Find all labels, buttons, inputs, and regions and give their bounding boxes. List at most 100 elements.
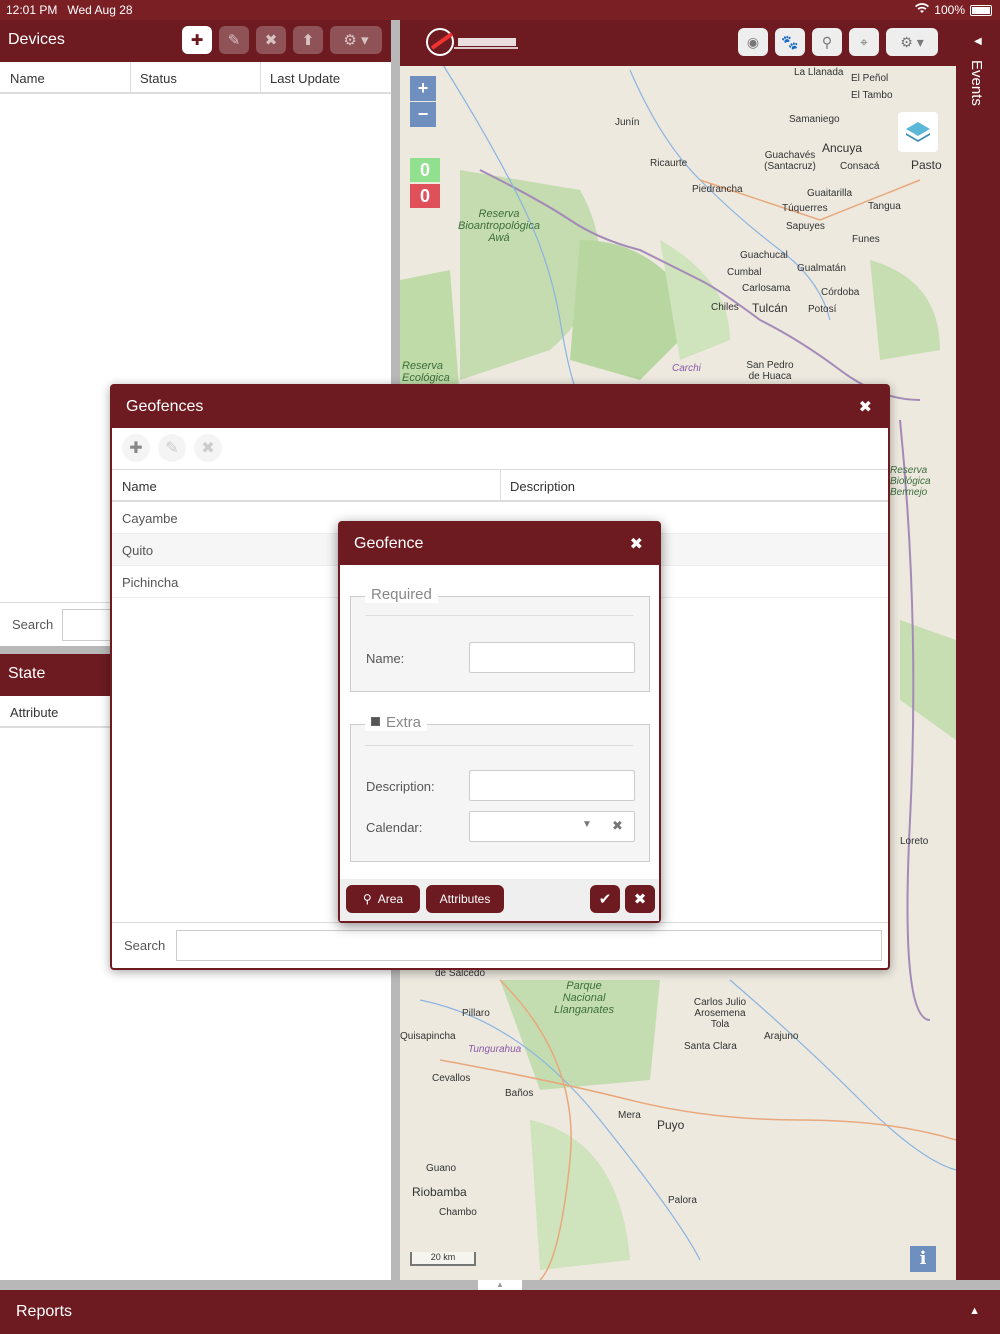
map-label: Tangua [868, 201, 901, 212]
geofences-button[interactable]: ⚲ [812, 28, 842, 56]
plus-icon: ✚ [190, 32, 204, 49]
close-icon[interactable]: ✖ [859, 397, 872, 417]
map-label: Pillaro [462, 1008, 490, 1019]
plus-icon: ✚ [129, 440, 143, 457]
pencil-icon: ✎ [165, 440, 179, 457]
map-settings-menu[interactable]: ⚙ ▾ [886, 28, 938, 56]
collapse-handle[interactable]: ▲ [478, 1280, 522, 1290]
name-field[interactable] [469, 642, 635, 673]
devices-search-label: Search [12, 617, 54, 632]
geofence-name: Quito [122, 543, 154, 558]
add-geofence-button[interactable]: ✚ [122, 434, 150, 462]
geofence-dialog: Geofence ✖ Required Name: Extra Descript… [338, 521, 661, 923]
geofence-name: Cayambe [122, 511, 178, 526]
crosshair-icon: ⌖ [860, 33, 868, 50]
map-label: Guaitarilla [807, 188, 853, 199]
column-status[interactable]: Status [140, 71, 177, 86]
layers-button[interactable] [898, 112, 938, 152]
column-description[interactable]: Description [510, 479, 575, 494]
required-legend: Required [365, 586, 438, 603]
area-button[interactable]: ⚲ Area [346, 885, 420, 913]
attributes-button[interactable]: Attributes [426, 885, 504, 913]
map-scale: 20 km [410, 1252, 476, 1266]
map-label: Potosí [808, 304, 837, 315]
column-name[interactable]: Name [122, 479, 157, 494]
devices-columns: Name Status Last Update [0, 62, 391, 94]
description-label: Description: [366, 779, 435, 794]
map-label: Piedrancha [692, 184, 743, 195]
events-panel[interactable]: ◀ Events [956, 20, 1000, 1280]
close-icon[interactable]: ✖ [630, 534, 643, 554]
chevron-left-icon: ◀ [974, 36, 982, 47]
layers-icon [906, 122, 930, 142]
geofences-search-input[interactable] [176, 930, 882, 961]
add-device-button[interactable]: ✚ [182, 26, 212, 54]
geofence-dialog-footer: ⚲ Area Attributes ✔ ✖ [340, 879, 659, 921]
device-settings-menu[interactable]: ⚙ ▾ [330, 26, 382, 54]
column-name[interactable]: Name [10, 71, 45, 86]
extra-legend: Extra [386, 714, 422, 731]
map-label: Guano [426, 1163, 457, 1174]
extra-fieldset: Extra Description: Calendar: ▼ ✖ [350, 714, 650, 862]
chevron-down-icon[interactable]: ▼ [582, 819, 592, 830]
map-label: El Tambo [851, 90, 893, 101]
edit-geofence-button[interactable]: ✎ [158, 434, 186, 462]
locate-button[interactable]: ⌖ [849, 28, 879, 56]
map-pin-icon: ⚲ [821, 33, 833, 50]
geofence-dialog-header: Geofence ✖ [340, 523, 659, 565]
collapse-icon[interactable] [371, 717, 380, 726]
column-attribute[interactable]: Attribute [10, 705, 58, 720]
clear-icon[interactable]: ✖ [612, 818, 623, 834]
map-label: Samaniego [789, 114, 840, 125]
map-label: Pasto [911, 158, 942, 172]
edit-device-button[interactable]: ✎ [219, 26, 249, 54]
offline-counter[interactable]: 0 [410, 184, 440, 208]
show-reports-button[interactable]: ◉ [738, 28, 768, 56]
check-icon: ✔ [598, 891, 612, 908]
zoom-out-button[interactable]: − [410, 102, 436, 127]
map-label: Túquerres [782, 203, 828, 214]
status-bar: 12:01 PM Wed Aug 28 100% [0, 0, 1000, 20]
devices-title: Devices [8, 31, 65, 48]
zoom-in-button[interactable]: + [410, 76, 436, 101]
online-counter[interactable]: 0 [410, 158, 440, 182]
devices-header: Devices ✚ ✎ ✖ ⬆ ⚙ ▾ [0, 20, 391, 62]
remove-geofence-button[interactable]: ✖ [194, 434, 222, 462]
status-date: Wed Aug 28 [67, 3, 133, 17]
map-label: Mera [618, 1110, 641, 1121]
park-label: Parque Nacional Llanganates [554, 980, 614, 1016]
map-label: Funes [852, 234, 880, 245]
map-label: Córdoba [821, 287, 860, 298]
close-icon: ✖ [264, 32, 278, 49]
calendar-select[interactable]: ▼ ✖ [469, 811, 635, 842]
map-label: Tungurahua [468, 1044, 522, 1055]
park-label: Reserva Bioantropológica Awá [458, 208, 540, 244]
map-label: Consacá [840, 161, 880, 172]
events-title: Events [968, 60, 985, 106]
save-button[interactable]: ✔ [590, 885, 620, 913]
map-label: El Peñol [851, 73, 889, 84]
map-label: Guachavés (Santacruz) [764, 150, 816, 172]
map-label: Riobamba [412, 1185, 467, 1199]
geofences-columns: Name Description [112, 470, 888, 502]
map-label: Carlosama [742, 283, 791, 294]
map-label: San Pedro de Huaca [746, 360, 794, 382]
column-last-update[interactable]: Last Update [270, 71, 340, 86]
geofences-search-row: Search [112, 922, 888, 968]
calendar-label: Calendar: [366, 820, 423, 835]
map-pin-icon: ⚲ [362, 892, 372, 906]
map-label: Junín [615, 117, 640, 128]
park-label: Reserva Ecológica [402, 360, 450, 384]
remove-device-button[interactable]: ✖ [256, 26, 286, 54]
info-button[interactable]: i [910, 1246, 936, 1272]
follow-button[interactable]: 🐾 [775, 28, 805, 56]
cancel-button[interactable]: ✖ [625, 885, 655, 913]
reports-panel[interactable]: Reports ▲ [0, 1290, 1000, 1334]
park-label: Reserva Biológica Bermejo [890, 465, 931, 498]
description-field[interactable] [469, 770, 635, 801]
command-button[interactable]: ⬆ [293, 26, 323, 54]
battery-icon [970, 4, 992, 16]
company-logo [424, 26, 524, 60]
map-label: Palora [668, 1195, 697, 1206]
geofence-name: Pichincha [122, 575, 179, 590]
